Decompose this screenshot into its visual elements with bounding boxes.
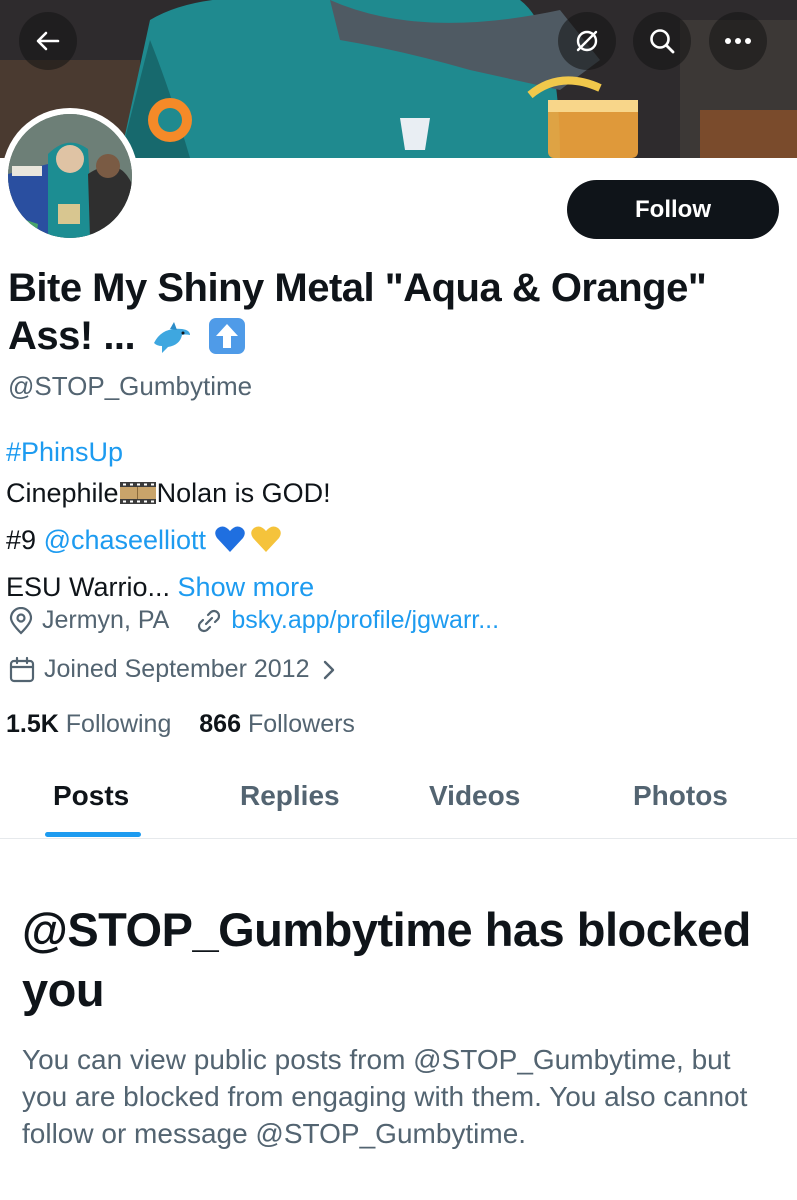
hearts-icon: [214, 523, 284, 567]
followers-count: 866: [199, 710, 241, 738]
profile-tabs: Posts Replies Videos Photos: [0, 760, 797, 839]
active-tab-indicator: [45, 832, 141, 837]
avatar[interactable]: [2, 108, 138, 244]
search-button[interactable]: [633, 12, 691, 70]
blocked-description: You can view public posts from @STOP_Gum…: [22, 1044, 748, 1149]
dolphin-icon: [152, 318, 192, 366]
film-icon: [119, 478, 157, 520]
location-row: Jermyn, PA bsky.app/profile/jgwarr...: [8, 606, 499, 635]
profile-bio: #PhinsUp Cinephile Nolan is GOD! #9 @chas…: [6, 432, 786, 608]
following-label: Following: [65, 710, 172, 738]
following-stat[interactable]: 1.5K Following: [6, 710, 171, 738]
hide-icon: [576, 30, 598, 52]
follow-stats: 1.5K Following 866 Followers: [6, 710, 355, 739]
up-arrow-icon: [208, 317, 246, 366]
tab-posts[interactable]: Posts: [53, 780, 129, 812]
joined-row[interactable]: Joined September 2012: [8, 655, 349, 684]
bio-text: Cinephile: [6, 478, 119, 508]
followers-label: Followers: [247, 710, 355, 738]
more-icon: [725, 38, 751, 44]
show-more-link[interactable]: Show more: [178, 572, 315, 602]
following-count: 1.5K: [6, 710, 59, 738]
display-name: Bite My Shiny Metal "Aqua & Orange" Ass!…: [8, 264, 788, 366]
chevron-right-icon: [324, 660, 335, 679]
tab-replies[interactable]: Replies: [240, 780, 340, 812]
followers-stat[interactable]: 866 Followers: [199, 710, 355, 738]
bio-text: #9: [6, 525, 37, 555]
display-name-text: Bite My Shiny Metal "Aqua & Orange" Ass!…: [8, 266, 707, 358]
hashtag-link[interactable]: #PhinsUp: [6, 437, 123, 467]
back-button[interactable]: [19, 12, 77, 70]
link-icon: [198, 609, 221, 632]
avatar-image: [8, 114, 132, 238]
follow-button-label: Follow: [635, 195, 711, 223]
mention-link[interactable]: @chaseelliott: [44, 525, 207, 555]
website-link[interactable]: bsky.app/profile/jgwarr...: [231, 606, 499, 635]
hide-button[interactable]: [558, 12, 616, 70]
search-icon: [650, 29, 675, 54]
tab-photos[interactable]: Photos: [633, 780, 728, 812]
tab-videos[interactable]: Videos: [429, 780, 520, 812]
more-button[interactable]: [709, 12, 767, 70]
arrow-left-icon: [36, 31, 60, 51]
blocked-title: @STOP_Gumbytime has blocked you: [22, 903, 751, 1016]
bio-text: Nolan is GOD!: [156, 478, 331, 508]
profile-handle: @STOP_Gumbytime: [8, 371, 253, 401]
joined-text: Joined September 2012: [44, 655, 310, 683]
bio-text: ESU Warrio...: [6, 572, 171, 602]
calendar-icon: [9, 656, 35, 682]
location-pin-icon: [9, 606, 33, 635]
location-text: Jermyn, PA: [42, 606, 170, 634]
follow-button[interactable]: Follow: [567, 180, 779, 239]
